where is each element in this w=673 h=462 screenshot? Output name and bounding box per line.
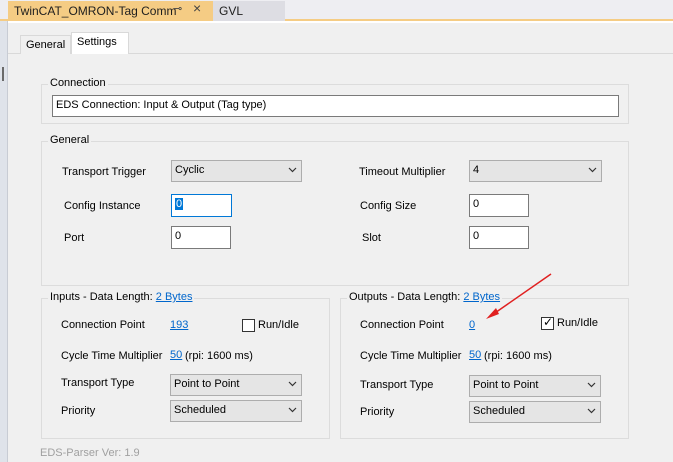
eds-parser-version: EDS-Parser Ver: 1.9: [40, 447, 140, 459]
chevron-down-icon: [587, 382, 596, 388]
input-priority-value: Scheduled: [174, 404, 226, 416]
output-connection-point-link[interactable]: 0: [469, 319, 475, 331]
slot-label: Slot: [362, 232, 381, 244]
input-transport-type-label: Transport Type: [61, 377, 135, 389]
output-transport-type-select[interactable]: Point to Point: [469, 375, 601, 397]
chevron-down-icon: [288, 381, 297, 387]
config-size-value: 0: [473, 198, 480, 210]
chevron-down-icon: [587, 408, 596, 414]
connection-group: Connection EDS Connection: Input & Outpu…: [41, 77, 629, 124]
chevron-down-icon: [288, 407, 297, 413]
input-transport-type-value: Point to Point: [174, 378, 240, 390]
port-value: 0: [175, 230, 182, 242]
left-gutter: [0, 21, 8, 462]
general-group: General Transport Trigger Cyclic Timeout…: [41, 134, 629, 286]
inputs-group: Inputs - Data Length: 2 Bytes Connection…: [41, 291, 330, 439]
tab-general[interactable]: General: [20, 35, 71, 55]
input-rpi-text: (rpi: 1600 ms): [185, 350, 253, 362]
slot-input[interactable]: 0: [469, 226, 529, 249]
output-priority-value: Scheduled: [473, 405, 525, 417]
connection-field[interactable]: EDS Connection: Input & Output (Tag type…: [52, 95, 619, 117]
inputs-legend: Inputs - Data Length: 2 Bytes: [48, 291, 195, 303]
inputs-legend-label: Inputs - Data Length:: [50, 291, 156, 303]
tab-gvl[interactable]: GVL: [213, 1, 285, 21]
input-run-idle-checkbox[interactable]: [242, 319, 255, 332]
output-transport-type-label: Transport Type: [360, 379, 434, 391]
input-priority-label: Priority: [61, 405, 96, 417]
connection-value: EDS Connection: Input & Output (Tag type…: [56, 99, 267, 111]
general-legend: General: [48, 134, 92, 146]
property-tabs: General Settings: [8, 23, 673, 55]
config-size-input[interactable]: 0: [469, 194, 529, 217]
config-instance-value: 0: [175, 198, 184, 210]
input-cycle-time-label: Cycle Time Multiplier: [61, 350, 163, 362]
annotation-arrow-icon: [486, 273, 552, 319]
output-run-idle-label: Run/Idle: [557, 317, 598, 329]
timeout-multiplier-select[interactable]: 4: [469, 160, 602, 182]
connection-legend: Connection: [48, 77, 108, 89]
output-rpi-text: (rpi: 1600 ms): [484, 350, 552, 362]
input-connection-point-link[interactable]: 193: [170, 319, 188, 331]
input-transport-type-select[interactable]: Point to Point: [170, 374, 302, 396]
input-run-idle-label: Run/Idle: [258, 319, 299, 331]
pin-icon[interactable]: ⊸: [173, 2, 182, 15]
inputs-data-length-link[interactable]: 2 Bytes: [156, 291, 193, 303]
input-cycle-time-link[interactable]: 50: [170, 349, 182, 361]
output-cycle-time-label: Cycle Time Multiplier: [360, 350, 462, 362]
chevron-down-icon: [588, 167, 597, 173]
output-cycle-time-link[interactable]: 50: [469, 349, 481, 361]
output-priority-label: Priority: [360, 406, 395, 418]
port-label: Port: [64, 232, 85, 244]
output-priority-select[interactable]: Scheduled: [469, 401, 601, 423]
transport-trigger-label: Transport Trigger: [62, 166, 146, 178]
transport-trigger-select[interactable]: Cyclic: [171, 160, 302, 182]
gutter-marker: [2, 67, 4, 81]
config-size-label: Config Size: [360, 200, 417, 212]
close-icon[interactable]: ×: [193, 0, 201, 16]
timeout-multiplier-value: 4: [473, 164, 480, 176]
chevron-down-icon: [288, 167, 297, 173]
output-transport-type-value: Point to Point: [473, 379, 539, 391]
output-connection-point-label: Connection Point: [360, 319, 444, 331]
slot-value: 0: [473, 230, 480, 242]
input-connection-point-label: Connection Point: [61, 319, 145, 331]
tab-title: TwinCAT_OMRON-Tag Comm: [14, 4, 177, 18]
timeout-multiplier-label: Timeout Multiplier: [359, 166, 446, 178]
outputs-legend: Outputs - Data Length: 2 Bytes: [347, 291, 503, 303]
port-input[interactable]: 0: [171, 226, 231, 249]
input-priority-select[interactable]: Scheduled: [170, 400, 302, 422]
config-instance-input[interactable]: 0: [171, 194, 232, 217]
settings-panel: Connection EDS Connection: Input & Outpu…: [8, 54, 673, 462]
config-instance-label: Config Instance: [64, 200, 141, 212]
tab-twincat-omron[interactable]: TwinCAT_OMRON-Tag Comm: [8, 1, 213, 21]
tab-settings[interactable]: Settings: [71, 32, 129, 55]
document-tab-strip: TwinCAT_OMRON-Tag Comm ⊸ × GVL: [0, 0, 673, 21]
transport-trigger-value: Cyclic: [175, 164, 205, 176]
outputs-legend-label: Outputs - Data Length:: [349, 291, 464, 303]
tab-title: GVL: [219, 4, 244, 18]
